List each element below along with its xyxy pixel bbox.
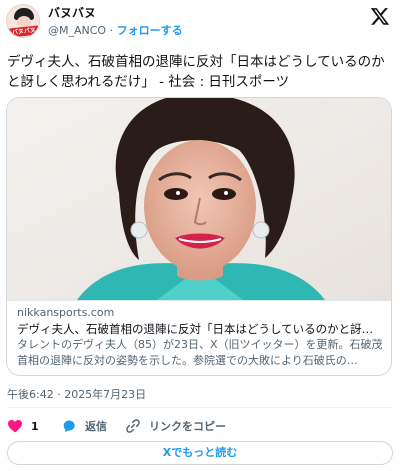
- link-icon: [126, 419, 140, 433]
- card-meta: nikkansports.com デヴィ夫人、石破首相の退陣に反対「日本はどうし…: [7, 300, 391, 375]
- copy-link-button[interactable]: リンクをコピー: [125, 416, 226, 436]
- reply-icon: [63, 420, 75, 433]
- user-handle[interactable]: @M_ANCO: [48, 24, 106, 37]
- display-name[interactable]: バヌバヌ: [48, 6, 96, 21]
- x-logo-icon[interactable]: [370, 6, 390, 26]
- action-bar: 1 返信 リンクをコピー: [7, 416, 393, 436]
- card-title[interactable]: デヴィ夫人、石破首相の退陣に反対「日本はどうしているのかと訝し…: [17, 321, 383, 337]
- like-button[interactable]: 1: [7, 416, 39, 436]
- handle-line: @M_ANCO · フォローする: [48, 24, 183, 38]
- card-domain: nikkansports.com: [17, 306, 115, 319]
- link-card[interactable]: nikkansports.com デヴィ夫人、石破首相の退陣に反対「日本はどうし…: [6, 97, 392, 376]
- tweet-text: デヴィ夫人、石破首相の退陣に反対「日本はどうしているのかと訝しく思われるだけ」 …: [7, 54, 385, 90]
- follow-button[interactable]: フォローする: [117, 24, 183, 37]
- card-description: タレントのデヴィ夫人（85）が23日、X（旧ツイッター）を更新。石破茂首相の退陣…: [17, 338, 383, 367]
- divider: [7, 407, 393, 408]
- avatar-logo-text: バヌバヌ: [8, 25, 39, 37]
- reply-label: 返信: [85, 420, 107, 433]
- like-count: 1: [31, 419, 39, 433]
- timestamp[interactable]: 午後6:42 · 2025年7月23日: [7, 388, 146, 402]
- heart-icon: [8, 420, 22, 433]
- separator-dot: ·: [109, 24, 114, 37]
- copy-link-label: リンクをコピー: [149, 420, 226, 433]
- tweet-embed: バヌバヌ バヌバヌ @M_ANCO · フォローする デヴィ夫人、石破首相の退陣…: [0, 0, 400, 471]
- avatar[interactable]: バヌバヌ: [6, 4, 40, 38]
- read-more-button[interactable]: Xでもっと読む: [7, 441, 393, 465]
- reply-button[interactable]: 返信: [61, 416, 107, 436]
- card-image: [7, 98, 391, 300]
